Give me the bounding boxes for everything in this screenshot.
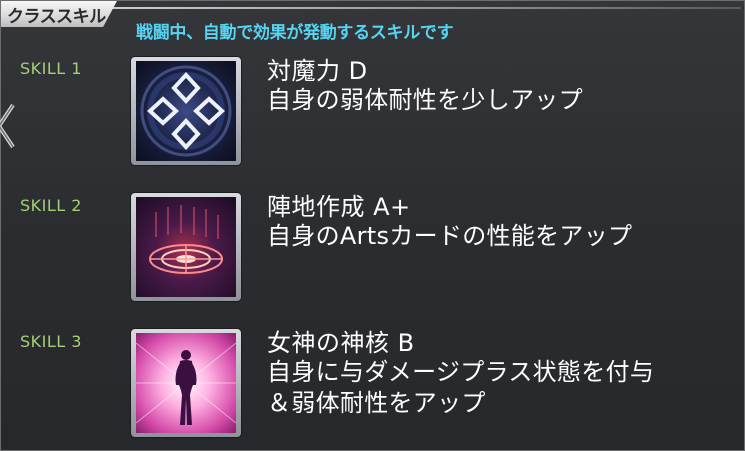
panel-subtitle: 戦闘中、自動で効果が発動するスキルです <box>136 23 454 43</box>
skill-2-label: SKILL 2 <box>20 196 82 215</box>
panel-title: クラススキル <box>7 6 106 27</box>
skill-3-description: 自身に与ダメージプラス状態を付与 ＆弱体耐性をアップ <box>267 357 742 419</box>
skill-2-name: 陣地作成 A+ <box>267 193 411 221</box>
skill-3-name: 女神の神核 B <box>267 329 415 357</box>
skill-1-description: 自身の弱体耐性を少しアップ <box>267 85 742 116</box>
left-arrow-icon[interactable] <box>0 103 17 149</box>
skill-1-label: SKILL 1 <box>20 59 82 78</box>
header-divider <box>101 7 741 9</box>
skill-3-description-line-2: ＆弱体耐性をアップ <box>267 389 486 417</box>
skill-1-description-line: 自身の弱体耐性を少しアップ <box>267 86 583 114</box>
skill-2-description-line: 自身のArtsカードの性能をアップ <box>267 222 633 250</box>
header-tab: クラススキル <box>1 1 117 27</box>
territory-creation-icon <box>135 197 237 297</box>
skill-1-icon-frame[interactable] <box>131 57 241 165</box>
skill-3-icon-frame[interactable] <box>131 329 241 437</box>
class-skill-panel: クラススキル 戦闘中、自動で効果が発動するスキルです SKILL 1 対魔力 D… <box>0 0 745 451</box>
skill-1-name: 対魔力 D <box>267 57 368 85</box>
magic-resistance-icon <box>135 61 237 161</box>
goddess-core-icon <box>135 333 237 433</box>
skill-2-description: 自身のArtsカードの性能をアップ <box>267 221 742 252</box>
skill-2-icon-frame[interactable] <box>131 193 241 301</box>
skill-3-description-line-1: 自身に与ダメージプラス状態を付与 <box>267 358 655 386</box>
skill-3-label: SKILL 3 <box>20 332 82 351</box>
